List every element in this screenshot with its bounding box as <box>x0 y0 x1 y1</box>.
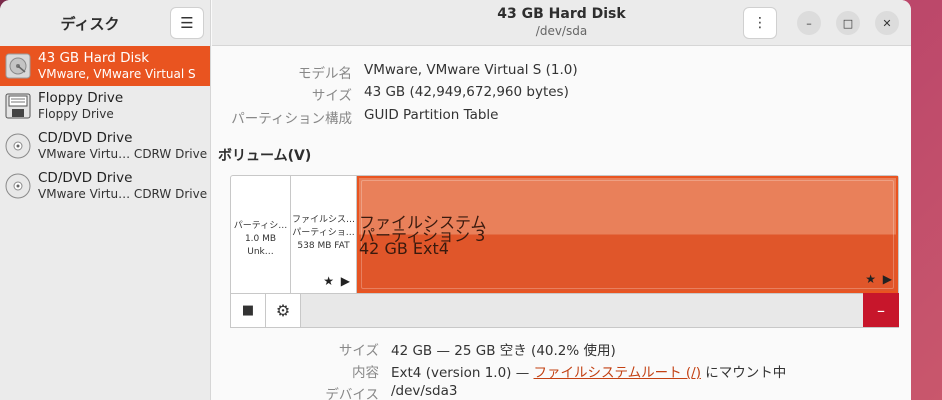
play-icon: ▶ <box>340 274 350 288</box>
volume-toolbar: ■ ⚙ – <box>230 293 899 328</box>
partitioning-label: パーティション構成 <box>231 111 352 127</box>
info-row-model: モデル名 <box>212 62 352 82</box>
partitioning-value: GUID Partition Table <box>364 107 499 123</box>
minus-icon: – <box>877 300 885 320</box>
volume-map: パーティシ… 1.0 MB Unk… ファイルシス… パーティショ… 538 M… <box>230 175 899 294</box>
content-suffix: にマウント中 <box>700 365 787 381</box>
partition-2-name: パーティショ… <box>292 228 355 238</box>
volumes-title: ボリューム(V) <box>218 148 312 164</box>
part-row-size: サイズ <box>212 339 379 359</box>
partition-2-type: ファイルシス… <box>291 215 355 225</box>
part-content-value: Ext4 (version 1.0) — ファイルシステムルート (/) にマウ… <box>391 361 786 381</box>
play-icon: ▶ <box>882 272 892 286</box>
info-row-partitioning: パーティション構成 <box>212 107 352 127</box>
partition-2-size: 538 MB FAT <box>297 241 350 251</box>
sidebar: ディスク ☰ 43 GB Hard Disk VMware, VMware Vi… <box>0 0 211 400</box>
partition-1-segment[interactable]: パーティシ… 1.0 MB Unk… <box>231 176 291 293</box>
drive-item-cd-dvd-1[interactable]: CD/DVD Drive VMware Virtu… CDRW Drive <box>0 126 210 166</box>
header-bar: 43 GB Hard Disk /dev/sda ⋮ – □ ✕ <box>212 0 911 46</box>
hard-disk-icon <box>5 53 31 79</box>
app-menu-button[interactable]: ☰ <box>170 7 204 39</box>
close-button[interactable]: ✕ <box>875 11 899 35</box>
sidebar-title: ディスク <box>60 14 120 33</box>
star-icon: ★ <box>865 272 876 286</box>
part-device-value: /dev/sda3 <box>391 383 458 399</box>
minimize-button[interactable]: – <box>797 11 821 35</box>
drive-name: 43 GB Hard Disk <box>38 50 150 66</box>
drive-model: Floppy Drive <box>38 107 114 121</box>
part-row-device: デバイス <box>212 383 379 400</box>
disks-window: ディスク ☰ 43 GB Hard Disk VMware, VMware Vi… <box>0 0 911 400</box>
content-prefix: Ext4 (version 1.0) — <box>391 365 534 381</box>
gear-icon: ⚙ <box>275 301 291 320</box>
partition-3-segment[interactable]: ファイルシステム パーティション 3 42 GB Ext4 ★ ▶ <box>357 176 898 293</box>
delete-partition-button[interactable]: – <box>863 293 899 327</box>
hamburger-icon: ☰ <box>180 14 194 32</box>
partition-2-segment[interactable]: ファイルシス… パーティショ… 538 MB FAT ★ ▶ <box>291 176 357 293</box>
drive-model: VMware Virtu… CDRW Drive <box>38 187 208 201</box>
drive-name: CD/DVD Drive <box>38 170 133 186</box>
drive-options-button[interactable]: ⋮ <box>743 7 777 39</box>
optical-disc-icon <box>5 133 31 159</box>
drive-item-cd-dvd-2[interactable]: CD/DVD Drive VMware Virtu… CDRW Drive <box>0 166 210 206</box>
model-label: モデル名 <box>298 66 352 82</box>
stop-icon: ■ <box>241 303 255 318</box>
partition-1-size: 1.0 MB Unk… <box>244 234 277 257</box>
more-vertical-icon: ⋮ <box>753 15 767 31</box>
part-row-content: 内容 <box>212 361 379 381</box>
maximize-button[interactable]: □ <box>836 11 860 35</box>
drive-item-floppy[interactable]: Floppy Drive Floppy Drive <box>0 86 210 126</box>
size-value: 43 GB (42,949,672,960 bytes) <box>364 84 569 100</box>
drive-item-hard-disk[interactable]: 43 GB Hard Disk VMware, VMware Virtual S <box>0 46 210 86</box>
part-device-label: デバイス <box>325 387 379 400</box>
partition-options-button[interactable]: ⚙ <box>266 294 301 327</box>
mount-point-link[interactable]: ファイルシステムルート (/) <box>534 365 701 381</box>
part-content-label: 内容 <box>352 365 379 381</box>
main-content: モデル名 VMware, VMware Virtual S (1.0) サイズ … <box>212 47 911 400</box>
minimize-icon: – <box>806 16 812 30</box>
star-icon: ★ <box>323 274 334 288</box>
info-row-size: サイズ <box>212 84 352 104</box>
drive-model: VMware Virtu… CDRW Drive <box>38 147 208 161</box>
drive-name: Floppy Drive <box>38 90 124 106</box>
sidebar-header: ディスク ☰ <box>0 0 210 46</box>
partition-1-name: パーティシ… <box>233 221 288 231</box>
model-value: VMware, VMware Virtual S (1.0) <box>364 62 578 78</box>
part-size-label: サイズ <box>338 343 379 359</box>
floppy-icon <box>5 93 31 119</box>
unmount-button[interactable]: ■ <box>231 294 266 327</box>
size-label: サイズ <box>311 88 352 104</box>
part-size-value: 42 GB — 25 GB 空き (40.2% 使用) <box>391 343 616 359</box>
optical-disc-icon <box>5 173 31 199</box>
drive-model: VMware, VMware Virtual S <box>38 67 196 81</box>
maximize-icon: □ <box>842 16 854 30</box>
partition-3-size: 42 GB Ext4 <box>359 239 449 258</box>
drive-name: CD/DVD Drive <box>38 130 133 146</box>
close-icon: ✕ <box>882 16 892 30</box>
